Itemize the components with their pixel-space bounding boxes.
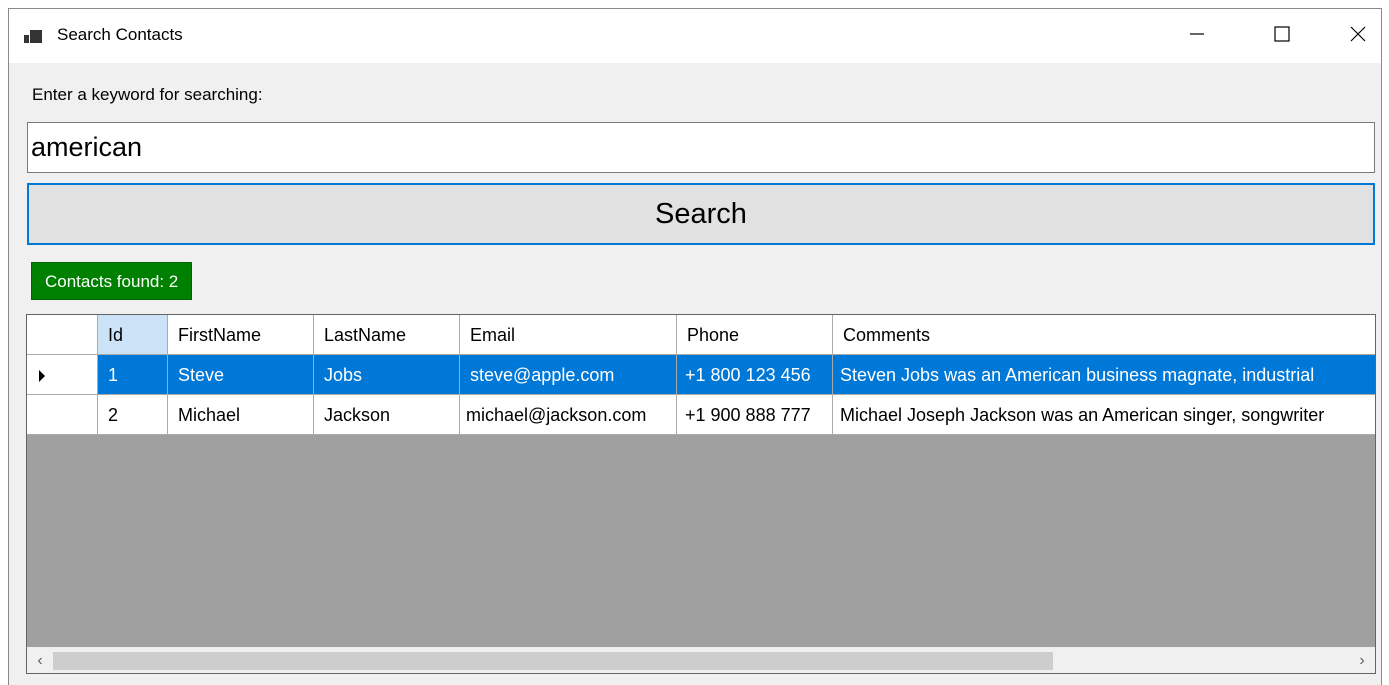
- close-button[interactable]: [1335, 9, 1381, 63]
- maximize-icon: [1273, 25, 1291, 48]
- cell-phone[interactable]: +1 900 888 777: [677, 395, 833, 434]
- column-header-id[interactable]: Id: [98, 315, 168, 354]
- cell-id[interactable]: 2: [98, 395, 168, 434]
- scroll-right-button[interactable]: ›: [1349, 648, 1375, 673]
- close-icon: [1349, 25, 1367, 48]
- cell-phone[interactable]: +1 800 123 456: [677, 355, 833, 394]
- row-header[interactable]: [27, 355, 98, 394]
- horizontal-scrollbar[interactable]: ‹ ›: [27, 647, 1375, 673]
- scroll-left-button[interactable]: ‹: [27, 648, 53, 673]
- cell-comments[interactable]: Michael Joseph Jackson was an American s…: [833, 395, 1375, 434]
- cell-lastname[interactable]: Jackson: [314, 395, 460, 434]
- cell-email[interactable]: steve@apple.com: [460, 355, 677, 394]
- contacts-grid[interactable]: Id FirstName LastName Email Phone Commen…: [26, 314, 1376, 674]
- table-row[interactable]: 1 Steve Jobs steve@apple.com +1 800 123 …: [27, 355, 1375, 395]
- scroll-thumb[interactable]: [53, 652, 1053, 670]
- maximize-button[interactable]: [1259, 9, 1305, 63]
- app-window-icon: [24, 30, 42, 44]
- column-header-email[interactable]: Email: [460, 315, 677, 354]
- keyword-label: Enter a keyword for searching:: [32, 85, 263, 104]
- search-contacts-window: Search Contacts Enter a keyword for sear…: [8, 8, 1382, 685]
- window-title: Search Contacts: [57, 25, 183, 44]
- column-header-lastname[interactable]: LastName: [314, 315, 460, 354]
- cell-email[interactable]: michael@jackson.com: [460, 395, 677, 434]
- grid-header: Id FirstName LastName Email Phone Commen…: [27, 315, 1375, 355]
- cell-id[interactable]: 1: [98, 355, 168, 394]
- search-button[interactable]: Search: [27, 183, 1375, 245]
- cell-comments[interactable]: Steven Jobs was an American business mag…: [833, 355, 1375, 394]
- status-badge: Contacts found: 2: [31, 262, 193, 300]
- column-header-firstname[interactable]: FirstName: [168, 315, 314, 354]
- current-row-icon: [39, 370, 45, 382]
- cell-firstname[interactable]: Michael: [168, 395, 314, 434]
- table-row[interactable]: 2 Michael Jackson michael@jackson.com +1…: [27, 395, 1375, 435]
- chevron-right-icon: ›: [1359, 652, 1365, 669]
- cell-firstname[interactable]: Steve: [168, 355, 314, 394]
- row-header[interactable]: [27, 395, 98, 434]
- column-header-comments[interactable]: Comments: [833, 315, 1375, 354]
- minimize-icon: [1188, 25, 1206, 48]
- cell-lastname[interactable]: Jobs: [314, 355, 460, 394]
- search-input[interactable]: [27, 122, 1375, 173]
- title-bar[interactable]: Search Contacts: [9, 9, 1381, 63]
- chevron-left-icon: ‹: [37, 652, 43, 669]
- header-corner[interactable]: [27, 315, 98, 354]
- column-header-phone[interactable]: Phone: [677, 315, 833, 354]
- minimize-button[interactable]: [1174, 9, 1220, 63]
